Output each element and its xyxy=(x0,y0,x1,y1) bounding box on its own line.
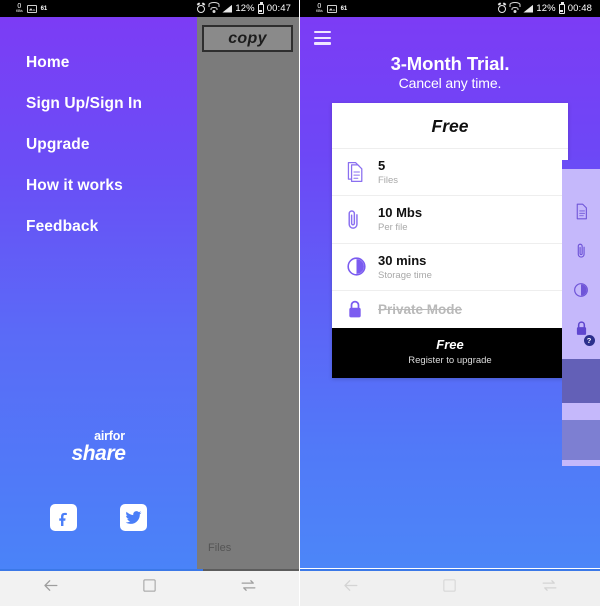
recents-icon[interactable] xyxy=(540,576,559,600)
page-title: 3-Month Trial. xyxy=(390,53,510,74)
nav-accent-line-dim xyxy=(203,569,299,571)
navigation-drawer: Home Sign Up/Sign In Upgrade How it work… xyxy=(0,17,197,569)
clock-icon xyxy=(346,256,378,277)
image-icon xyxy=(26,4,37,13)
recents-icon[interactable] xyxy=(239,576,258,600)
dimmed-app-panel[interactable]: copy Files xyxy=(197,17,299,569)
battery-icon xyxy=(257,2,264,14)
app-content: 3-Month Trial. Cancel any time. Free 5 F… xyxy=(300,17,600,568)
hamburger-icon[interactable] xyxy=(314,31,331,48)
help-badge[interactable]: ? xyxy=(583,335,595,346)
data-rate-indicator: 0 KB/s xyxy=(316,3,323,14)
screenshot-pair: 0 KB/s 61 12% 00:47 copy Files Home Sign… xyxy=(0,0,600,606)
back-icon[interactable] xyxy=(341,576,360,600)
data-rate-unit: KB/s xyxy=(16,9,23,14)
android-nav-bar-right xyxy=(300,569,600,606)
plan-feature-private-mode: Private Mode xyxy=(332,290,568,328)
social-links xyxy=(0,504,197,531)
status-bar-right-group: 12% 00:47 xyxy=(197,2,299,14)
plan-feature-label: Files xyxy=(378,175,399,186)
signal-icon xyxy=(222,4,233,13)
app-logo: airfor share xyxy=(0,430,197,465)
peek-cap xyxy=(562,160,600,169)
status-bar-left: 0 KB/s 61 12% 00:47 xyxy=(0,0,299,17)
status-bar-left-group: 0 KB/s 61 xyxy=(0,3,47,14)
data-rate-indicator: 0 KB/s xyxy=(16,3,23,14)
battery-icon xyxy=(558,2,565,14)
plan-feature-storage-time: 30 mins Storage time xyxy=(332,242,568,290)
signal-icon xyxy=(523,4,534,13)
peek-block-upper xyxy=(562,359,600,403)
left-screen: 0 KB/s 61 12% 00:47 copy Files Home Sign… xyxy=(0,0,300,606)
back-icon[interactable] xyxy=(41,576,60,600)
plan-title: Free xyxy=(431,116,469,136)
clock-time: 00:48 xyxy=(567,3,592,14)
paperclip-icon[interactable] xyxy=(576,242,587,265)
document-icon xyxy=(346,161,378,183)
sidebar-item-upgrade[interactable]: Upgrade xyxy=(26,137,197,153)
paperclip-icon xyxy=(346,208,378,232)
hero-header: 3-Month Trial. Cancel any time. xyxy=(300,17,600,91)
right-screen: 0 KB/s 61 12% 00:48 3-Month Trial. Cance… xyxy=(300,0,600,606)
sidebar-item-home[interactable]: Home xyxy=(26,55,197,71)
document-icon[interactable] xyxy=(574,203,589,225)
plan-feature-value: 30 mins xyxy=(378,252,427,268)
sidebar-item-how-it-works[interactable]: How it works xyxy=(26,178,197,194)
wifi-icon xyxy=(208,2,220,13)
peek-icon-list: ? xyxy=(562,169,600,466)
battery-percent: 12% xyxy=(536,3,556,14)
plan-footer-subtitle: Register to upgrade xyxy=(408,354,492,366)
peek-block-lower xyxy=(562,420,600,460)
data-rate-unit: KB/s xyxy=(316,9,323,14)
nav-accent-line xyxy=(300,569,600,571)
files-label: Files xyxy=(208,542,232,554)
clock-icon[interactable] xyxy=(573,282,589,303)
plan-feature-text: 30 mins Storage time xyxy=(378,252,432,282)
status-bar-left-group: 0 KB/s 61 xyxy=(300,3,347,14)
plan-feature-text: 5 Files xyxy=(378,157,398,187)
plan-feature-text: Private Mode xyxy=(378,301,462,319)
plan-feature-value: 5 xyxy=(378,158,386,173)
peek-panel[interactable]: ? xyxy=(562,160,600,466)
alarm-icon xyxy=(498,4,507,13)
status-bar-right: 0 KB/s 61 12% 00:48 xyxy=(300,0,600,17)
facebook-icon[interactable] xyxy=(49,504,77,531)
twitter-icon[interactable] xyxy=(120,504,148,531)
lock-help-icon[interactable]: ? xyxy=(574,320,595,346)
plan-feature-per-file: 10 Mbs Per file xyxy=(332,195,568,242)
home-icon[interactable] xyxy=(442,578,457,598)
drawer-menu: Home Sign Up/Sign In Upgrade How it work… xyxy=(0,17,197,235)
logo-line-bottom: share xyxy=(71,441,126,465)
image-icon xyxy=(326,4,337,13)
copy-button[interactable]: copy xyxy=(202,25,293,52)
plan-feature-label: Storage time xyxy=(378,269,432,281)
notification-badge: 61 xyxy=(340,5,348,12)
plan-feature-value: 10 Mbs xyxy=(378,205,423,221)
sidebar-item-signup-signin[interactable]: Sign Up/Sign In xyxy=(26,96,197,112)
wifi-icon xyxy=(509,2,521,13)
plan-card: Free 5 Files 10 Mbs Per file 30 mins Sto… xyxy=(332,103,568,379)
home-icon[interactable] xyxy=(142,578,157,598)
alarm-icon xyxy=(197,4,206,13)
clock-time: 00:47 xyxy=(266,3,291,14)
sidebar-item-feedback[interactable]: Feedback xyxy=(26,219,197,235)
page-subtitle: Cancel any time. xyxy=(398,75,502,92)
nav-accent-line xyxy=(0,569,204,571)
plan-footer-title: Free xyxy=(436,337,464,353)
battery-percent: 12% xyxy=(235,3,255,14)
plan-feature-label: Per file xyxy=(378,222,408,234)
plan-feature-files: 5 Files xyxy=(332,148,568,195)
plan-footer-button[interactable]: Free Register to upgrade xyxy=(332,328,568,379)
plan-feature-text: 10 Mbs Per file xyxy=(378,204,422,234)
notification-badge: 61 xyxy=(40,5,48,12)
status-bar-right-group: 12% 00:48 xyxy=(498,2,600,14)
plan-feature-value: Private Mode xyxy=(378,301,463,317)
android-nav-bar-left xyxy=(0,569,299,606)
lock-icon xyxy=(346,299,378,320)
